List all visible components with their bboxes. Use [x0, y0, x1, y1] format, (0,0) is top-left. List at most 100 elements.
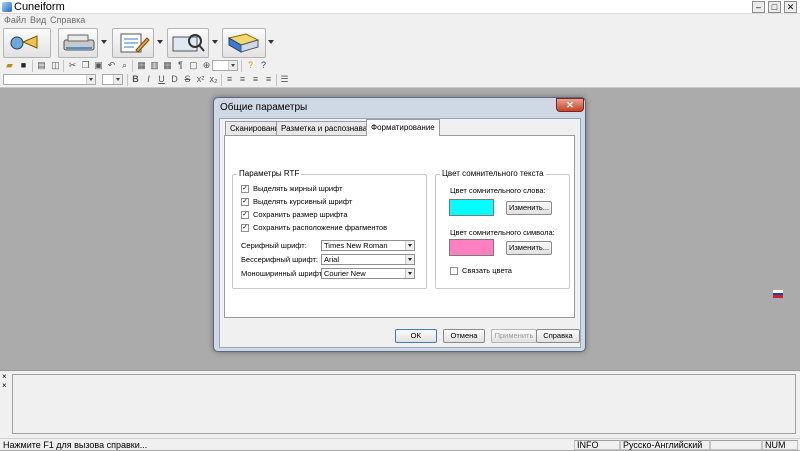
chevron-down-icon — [405, 269, 414, 278]
chevron-down-icon — [86, 75, 95, 84]
copy-icon[interactable]: ❐ — [80, 60, 91, 71]
recognize-wizard-button[interactable] — [3, 28, 51, 58]
font-size-combo[interactable] — [102, 74, 123, 85]
toolbar-separator — [132, 60, 133, 72]
strikethrough-icon[interactable]: S — [182, 74, 193, 85]
paragraph-icon[interactable]: ¶ — [175, 60, 186, 71]
toolbar-separator — [221, 74, 222, 86]
dialog-close-button[interactable]: ✕ — [556, 98, 584, 112]
checkbox[interactable]: ✓ — [241, 198, 249, 206]
layout-dropdown-arrow[interactable] — [157, 40, 163, 44]
output-area[interactable] — [12, 374, 796, 434]
table-icon[interactable]: ▦ — [136, 60, 147, 71]
bullets-icon[interactable]: ☰ — [279, 74, 290, 85]
toolbar-separator — [32, 60, 33, 72]
toolbar-area: ▰ ■ ▤ ◫ ✂ ❐ ▣ ↶ ⌕ ▦ ▥ ▦ ¶ ▢ ⊕ ? ? B I U … — [0, 26, 800, 88]
pane-close-icon[interactable]: × — [2, 373, 7, 381]
menu-help[interactable]: Справка — [50, 14, 85, 26]
align-right-icon[interactable]: ≡ — [250, 74, 261, 85]
select-value: Courier New — [324, 269, 366, 278]
save-dropdown-arrow[interactable] — [268, 40, 274, 44]
minimize-button[interactable]: – — [752, 1, 765, 13]
checkbox[interactable]: ✓ — [241, 211, 249, 219]
status-help-text: Нажмите F1 для вызова справки... — [3, 440, 148, 450]
open-icon[interactable]: ▰ — [4, 60, 15, 71]
bold-icon[interactable]: B — [130, 74, 141, 85]
close-button[interactable]: ✕ — [784, 1, 797, 13]
checkbox[interactable] — [450, 267, 458, 275]
cut-icon[interactable]: ✂ — [67, 60, 78, 71]
menu-view[interactable]: Вид — [30, 14, 46, 26]
context-help-icon[interactable]: ? — [258, 60, 269, 71]
pane-dock-icon[interactable]: × — [2, 382, 7, 390]
app-icon — [2, 2, 12, 12]
change-char-color-button[interactable]: Изменить... — [506, 241, 552, 255]
underline-icon[interactable]: U — [156, 74, 167, 85]
align-center-icon[interactable]: ≡ — [237, 74, 248, 85]
rtf-options-group: Параметры RTF ✓ Выделять жирный шрифт ✓ … — [232, 169, 427, 289]
status-language: Русско-Английский — [620, 440, 710, 450]
select-value: Times New Roman — [324, 241, 388, 250]
checkbox-label: Сохранить расположение фрагментов — [253, 223, 388, 232]
mono-font-select[interactable]: Courier New — [321, 268, 415, 279]
language-flag-icon — [773, 290, 783, 298]
serif-font-label: Серифный шрифт: — [241, 241, 307, 250]
superscript-icon[interactable]: x² — [195, 74, 206, 85]
chevron-down-icon — [228, 61, 237, 70]
sans-font-select[interactable]: Arial — [321, 254, 415, 265]
find-icon[interactable]: ⌕ — [119, 60, 130, 71]
wizard-icon — [10, 35, 38, 50]
char-color-label: Цвет сомнительного символа: — [450, 228, 555, 237]
print-icon[interactable]: ▤ — [36, 60, 47, 71]
columns-icon[interactable]: ▥ — [149, 60, 160, 71]
status-info: INFO — [574, 440, 620, 450]
word-color-swatch — [449, 199, 494, 216]
save-result-button[interactable] — [222, 28, 266, 58]
align-left-icon[interactable]: ≡ — [224, 74, 235, 85]
preview-icon[interactable]: ◫ — [50, 60, 61, 71]
apply-button[interactable]: Применить — [491, 329, 537, 343]
checkbox[interactable]: ✓ — [241, 224, 249, 232]
cancel-button[interactable]: Отмена — [443, 329, 485, 343]
ok-button[interactable]: OK — [395, 329, 437, 343]
double-underline-icon[interactable]: D — [169, 74, 180, 85]
italic-icon[interactable]: I — [143, 74, 154, 85]
zoom-icon[interactable]: ⊕ — [201, 60, 212, 71]
recognize-button[interactable] — [167, 28, 209, 58]
select-value: Arial — [324, 255, 340, 264]
justify-icon[interactable]: ≡ — [263, 74, 274, 85]
change-word-color-button[interactable]: Изменить... — [506, 201, 552, 215]
paste-icon[interactable]: ▣ — [93, 60, 104, 71]
save-icon[interactable]: ■ — [18, 60, 29, 71]
dialog-body: Сканирование Разметка и распознавание Фо… — [219, 118, 581, 348]
checkbox-label: Выделять жирный шрифт — [253, 184, 343, 193]
sans-font-label: Бессерифный шрифт: — [241, 255, 319, 264]
help-icon[interactable]: ? — [245, 60, 256, 71]
group-title: Параметры RTF — [237, 169, 302, 179]
scan-button[interactable] — [58, 28, 98, 58]
window-title: Cuneiform — [14, 1, 65, 13]
book-icon — [227, 33, 260, 53]
subscript-icon[interactable]: x₂ — [208, 74, 219, 85]
font-name-combo[interactable] — [3, 74, 96, 85]
checkbox[interactable]: ✓ — [241, 185, 249, 193]
format-toolbar: B I U D S x² x₂ ≡ ≡ ≡ ≡ ☰ — [0, 73, 800, 87]
menu-file[interactable]: Файл — [4, 14, 26, 26]
scan-dropdown-arrow[interactable] — [101, 40, 107, 44]
group-title: Цвет сомнительного текста — [440, 169, 546, 179]
undo-icon[interactable]: ↶ — [106, 60, 117, 71]
grid-icon[interactable]: ▦ — [162, 60, 173, 71]
title-bar: Cuneiform – □ ✕ — [0, 0, 800, 14]
zoom-combo[interactable] — [212, 60, 238, 71]
standard-toolbar: ▰ ■ ▤ ◫ ✂ ❐ ▣ ↶ ⌕ ▦ ▥ ▦ ¶ ▢ ⊕ ? ? — [0, 59, 800, 73]
help-button[interactable]: Справка — [536, 329, 580, 343]
dialog-title: Общие параметры — [220, 102, 308, 113]
serif-font-select[interactable]: Times New Roman — [321, 240, 415, 251]
maximize-button[interactable]: □ — [768, 1, 781, 13]
toolbar-separator — [63, 60, 64, 72]
tab-formatting[interactable]: Форматирование — [366, 119, 440, 136]
checkbox-label: Сохранить размер шрифта — [253, 210, 348, 219]
recognize-dropdown-arrow[interactable] — [212, 40, 218, 44]
frame-icon[interactable]: ▢ — [188, 60, 199, 71]
layout-button[interactable] — [112, 28, 154, 58]
